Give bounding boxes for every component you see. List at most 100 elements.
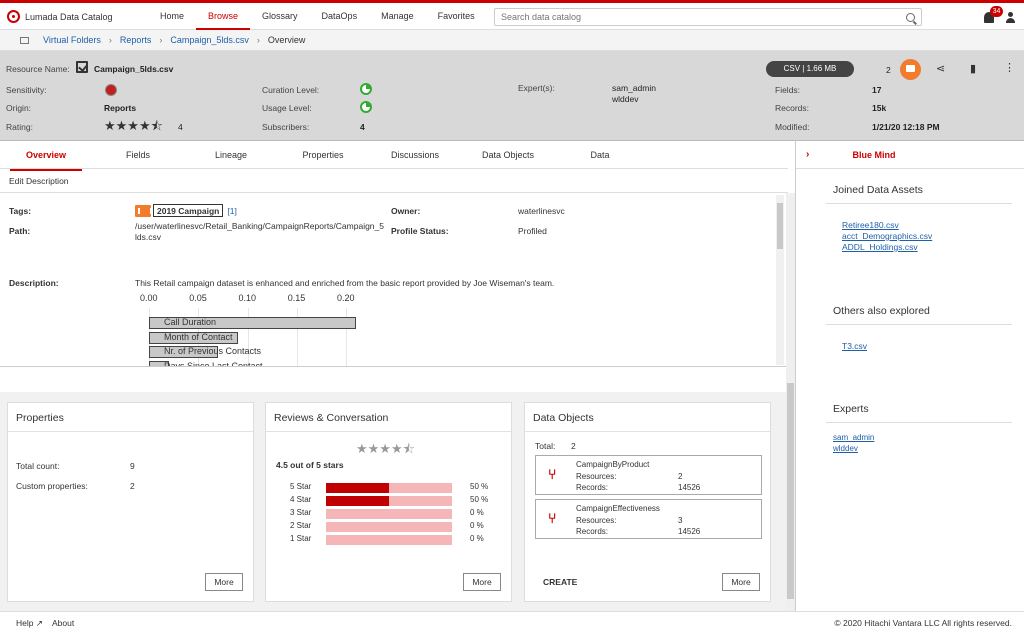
help-label: Help [16,618,34,628]
records-value: 14526 [678,483,701,492]
usage-level-icon [360,101,372,113]
tab-blue-mind[interactable]: Blue Mind [828,141,920,171]
resource-header: Resource Name: Campaign_5lds.csv Sensiti… [0,51,1024,141]
main-scrollbar[interactable] [786,193,795,611]
nav-browse[interactable]: Browse [196,3,251,30]
experts-title: Experts [833,403,869,415]
reviews-card: Reviews & Conversation ★★★★⯪ 4.5 out of … [265,402,512,602]
tag-icon [135,204,152,217]
others-explored-link[interactable]: T3.csv [842,341,867,351]
chevron-right-icon: › [159,35,163,45]
nav-favorites[interactable]: Favorites [426,3,487,30]
data-objects-total-value: 2 [571,441,576,451]
expert-2: wlddev [612,94,639,104]
resources-value: 3 [678,516,683,525]
data-objects-more-button[interactable]: More [722,573,760,591]
sensitivity-indicator [105,84,117,96]
data-object-item[interactable]: ⑂ CampaignByProduct Resources: 2 Records… [535,455,762,495]
user-icon[interactable] [1006,12,1016,23]
tab-lineage[interactable]: Lineage [200,141,262,169]
tab-overview[interactable]: Overview [10,141,82,171]
data-object-item[interactable]: ⑂ CampaignEffectiveness Resources: 3 Rec… [535,499,762,539]
main-nav: Home Browse Glossary DataOps Manage Favo… [148,3,487,30]
profile-status-label: Profile Status: [391,226,449,236]
tab-bar: Overview Fields Lineage Properties Discu… [0,141,788,171]
properties-card: Properties Total count: 9 Custom propert… [7,402,254,602]
overview-details: Tags: 2019 Campaign [1] Path: /user/wate… [0,193,788,367]
bar-label: Days Since Last Contact [164,360,263,367]
data-objects-total-label: Total: [535,441,556,451]
search-box [494,8,922,26]
bar-label: Nr. of Previous Contacts [164,346,262,356]
about-link[interactable]: About [52,618,74,628]
tag-chip[interactable]: 2019 Campaign [1] [135,204,237,217]
app-logo[interactable]: Lumada Data Catalog [7,10,113,23]
reviews-summary: 4.5 out of 5 stars [276,460,344,470]
data-object-name[interactable]: CampaignEffectiveness [576,504,660,513]
breadcrumb-reports[interactable]: Reports [120,35,152,45]
edit-description-link[interactable]: Edit Description [0,169,788,193]
help-link[interactable]: Help ↗ [16,618,43,629]
profile-status-value[interactable]: Profiled [518,226,547,236]
total-count-value: 9 [130,461,135,471]
review-row-percent: 50 % [470,495,489,504]
review-row-label: 4 Star [290,495,312,504]
create-button[interactable]: CREATE [543,577,577,587]
copyright: © 2020 Hitachi Vantara LLC All rights re… [834,618,1012,628]
records-label: Records: [576,527,609,536]
breadcrumb-file[interactable]: Campaign_5lds.csv [170,35,249,45]
joined-asset-link[interactable]: ADDL_Holdings.csv [842,242,918,252]
details-scrollbar[interactable] [776,195,784,365]
collapse-chevron-icon[interactable]: › [806,149,809,160]
nav-home[interactable]: Home [148,3,196,30]
search-input[interactable] [501,12,906,22]
share-icon[interactable]: ⋖ [936,62,945,75]
nav-glossary[interactable]: Glossary [250,3,310,30]
review-row-label: 2 Star [290,521,312,530]
tag-label: 2019 Campaign [153,204,224,217]
review-row-bar [326,483,452,493]
main-scroll-thumb[interactable] [787,383,794,599]
modified-label: Modified: [775,122,810,132]
tab-data[interactable]: Data [574,141,626,169]
properties-more-button[interactable]: More [205,573,243,591]
rating-stars[interactable]: ★★★★⯪ [104,117,163,139]
details-scroll-thumb[interactable] [777,203,783,249]
origin-value: Reports [104,103,137,113]
tab-discussions[interactable]: Discussions [384,141,446,169]
resources-label: Resources: [576,472,617,481]
divider [826,324,1012,325]
tab-fields[interactable]: Fields [108,141,168,169]
blue-mind-panel: Joined Data Assets Retiree180.csv acct_D… [796,169,1024,611]
x-tick-label: 0.10 [238,293,257,303]
joined-asset-link[interactable]: acct_Demographics.csv [842,231,932,241]
joined-asset-link[interactable]: Retiree180.csv [842,220,899,230]
reviews-more-button[interactable]: More [463,573,501,591]
nav-manage[interactable]: Manage [369,3,426,30]
more-vertical-icon[interactable]: ⋮ [1004,61,1015,74]
data-object-icon: ⑂ [548,510,557,526]
comment-button[interactable] [900,59,921,80]
x-tick-label: 0.15 [287,293,306,303]
owner-label: Owner: [391,206,421,216]
footer: Help ↗ About © 2020 Hitachi Vantara LLC … [0,611,1024,633]
records-value: 15k [872,103,887,113]
logo-icon [7,10,20,23]
tab-properties[interactable]: Properties [292,141,354,169]
data-object-name[interactable]: CampaignByProduct [576,460,649,469]
tab-data-objects[interactable]: Data Objects [474,141,542,169]
joined-assets-title: Joined Data Assets [833,184,923,196]
nav-dataops[interactable]: DataOps [310,3,370,30]
custom-properties-value: 2 [130,481,135,491]
breadcrumb-virtual-folders[interactable]: Virtual Folders [43,35,101,45]
subscribers-label: Subscribers: [262,122,310,132]
app-title: Lumada Data Catalog [25,11,113,22]
tag-more-link[interactable]: [1] [227,206,236,216]
breadcrumb: Virtual Folders › Reports › Campaign_5ld… [0,30,1024,51]
expert-link[interactable]: wlddev [833,444,858,453]
bookmark-icon[interactable]: ▮ [970,62,976,75]
expert-link[interactable]: sam_admin [833,433,874,442]
x-tick-label: 0.00 [140,293,158,303]
search-icon[interactable] [906,12,915,22]
review-row-percent: 50 % [470,482,489,491]
